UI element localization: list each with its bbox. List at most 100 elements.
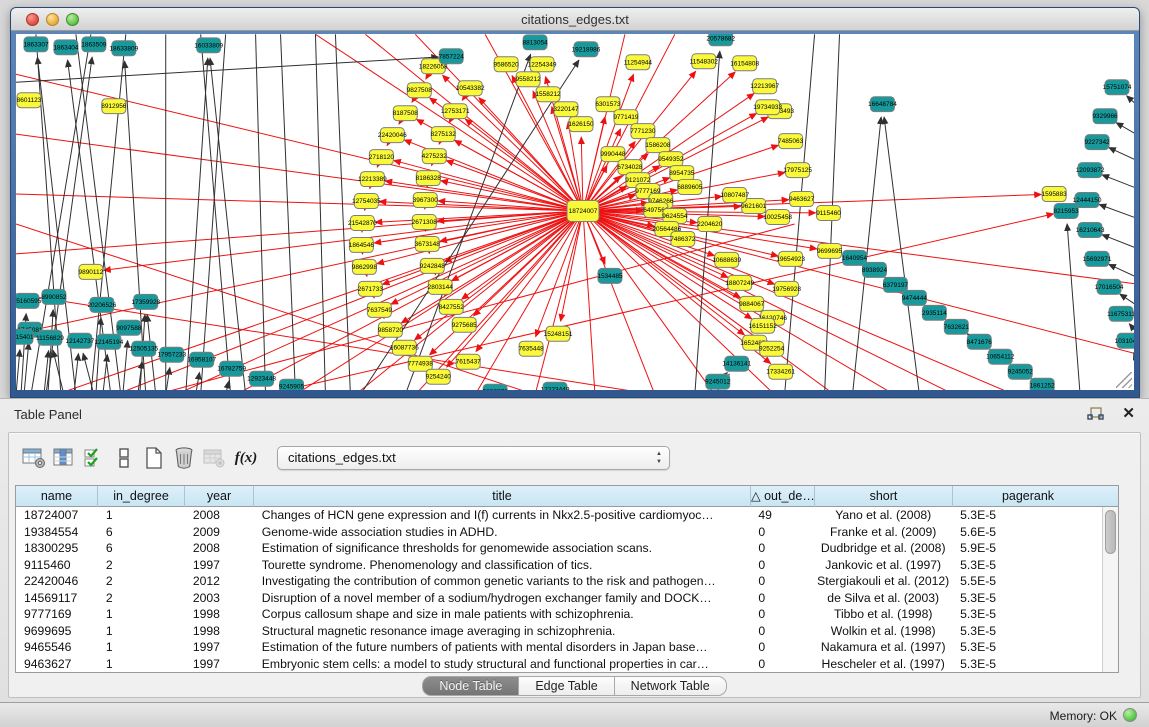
graph-node[interactable]: 9699695: [817, 243, 843, 258]
graph-node[interactable]: 19756928: [772, 281, 801, 296]
graph-node[interactable]: 16151152: [749, 318, 778, 333]
graph-node[interactable]: 9245052: [1008, 364, 1034, 379]
graph-node[interactable]: 20206526: [87, 297, 116, 312]
graph-node[interactable]: 12093872: [1076, 163, 1105, 178]
table-row[interactable]: 1938455462009Genome-wide association stu…: [16, 524, 1102, 541]
graph-node[interactable]: 17975125: [783, 163, 812, 178]
table-scrollbar[interactable]: [1102, 507, 1118, 672]
table-scrollbar-thumb[interactable]: [1105, 510, 1116, 554]
graph-node[interactable]: 16033809: [194, 38, 223, 53]
column-header-4[interactable]: △ out_de…: [751, 486, 815, 507]
graph-node[interactable]: 9858720: [378, 322, 404, 337]
graph-node[interactable]: 2803144: [428, 279, 454, 294]
graph-node[interactable]: 9252254: [759, 341, 785, 356]
graph-node[interactable]: 8187508: [393, 106, 419, 121]
graph-node[interactable]: 21542870: [348, 215, 377, 230]
graph-node[interactable]: 1626150: [568, 117, 594, 132]
graph-node[interactable]: 17334261: [766, 364, 795, 379]
graph-node[interactable]: 9254240: [426, 369, 452, 384]
rows-icon[interactable]: [109, 444, 139, 472]
network-canvas[interactable]: 1872400718226058982750881875082242004627…: [16, 34, 1134, 390]
graph-node[interactable]: 16210643: [1076, 222, 1105, 237]
graph-node[interactable]: 12213389: [358, 172, 387, 187]
graph-node[interactable]: 12753171: [441, 104, 470, 119]
column-header-0[interactable]: name: [16, 486, 98, 507]
graph-node[interactable]: 10688639: [712, 252, 741, 267]
graph-node[interactable]: 9227342: [1084, 135, 1110, 150]
table-row[interactable]: 977716911998Corpus callosum shape and si…: [16, 606, 1102, 623]
graph-node[interactable]: 2671733: [358, 281, 384, 296]
graph-node[interactable]: 8938924: [862, 262, 888, 277]
graph-node[interactable]: 8912956: [101, 99, 127, 114]
graph-node[interactable]: 8186328: [416, 171, 442, 186]
graph-node[interactable]: 1863307: [23, 37, 49, 52]
graph-node[interactable]: 7637549: [367, 302, 393, 317]
graph-node[interactable]: 19734933: [753, 100, 782, 115]
graph-node[interactable]: 9474444: [902, 290, 928, 305]
graph-node[interactable]: 9771419: [613, 110, 639, 125]
tab-edge-table[interactable]: Edge Table: [519, 676, 614, 696]
table-row[interactable]: 946554611997Estimation of the future num…: [16, 639, 1102, 656]
graph-node[interactable]: 12505135: [129, 341, 158, 356]
graph-node[interactable]: 3673148: [415, 236, 441, 251]
column-header-2[interactable]: year: [185, 486, 254, 507]
table-row[interactable]: 911546021997Tourette syndrome. Phenomeno…: [16, 557, 1102, 574]
column-visibility-icon[interactable]: [49, 444, 79, 472]
graph-node[interactable]: 9097588: [116, 320, 142, 335]
column-header-1[interactable]: in_degree: [98, 486, 185, 507]
table-row[interactable]: 969969511998Structural magnetic resonanc…: [16, 623, 1102, 640]
graph-node[interactable]: 9884067: [739, 296, 765, 311]
graph-node[interactable]: 9586520: [494, 57, 520, 72]
graph-node[interactable]: 19218986: [572, 42, 601, 57]
graph-node[interactable]: 7615437: [456, 354, 482, 369]
graph-node[interactable]: 9245012: [705, 374, 731, 389]
graph-node[interactable]: 11548302: [690, 54, 719, 69]
graph-node[interactable]: 8601123: [17, 93, 42, 108]
graph-node[interactable]: 3915401: [16, 329, 34, 344]
tab-network-table[interactable]: Network Table: [615, 676, 727, 696]
graph-node[interactable]: 3220147: [553, 102, 579, 117]
graph-node[interactable]: 16087736: [390, 340, 419, 355]
graph-node[interactable]: 14136141: [722, 356, 751, 371]
graph-node[interactable]: 8427552: [439, 299, 465, 314]
new-document-icon[interactable]: [139, 444, 169, 472]
graph-node[interactable]: 6379197: [883, 277, 909, 292]
graph-node[interactable]: 8215953: [1054, 204, 1080, 219]
graph-node[interactable]: 10310495: [1115, 333, 1134, 348]
tab-node-table[interactable]: Node Table: [422, 676, 519, 696]
graph-node[interactable]: 22420046: [378, 128, 407, 143]
graph-node[interactable]: 10543382: [456, 81, 485, 96]
graph-node[interactable]: 8954735: [669, 166, 695, 181]
graph-node[interactable]: 10025458: [763, 210, 792, 225]
graph-node[interactable]: 9862998: [352, 259, 378, 274]
table-row[interactable]: 2242004622012Investigating the contribut…: [16, 573, 1102, 590]
graph-node[interactable]: 8813054: [522, 35, 548, 50]
graph-node[interactable]: 8471676: [967, 334, 993, 349]
graph-node[interactable]: 2718120: [369, 150, 395, 165]
graph-node[interactable]: 1864546: [349, 237, 375, 252]
column-header-6[interactable]: pagerank: [953, 486, 1103, 507]
graph-node[interactable]: 7771230: [630, 124, 656, 139]
graph-node[interactable]: 9806871: [483, 384, 509, 390]
graph-node[interactable]: 1558212: [535, 87, 561, 102]
column-header-3[interactable]: title: [254, 486, 751, 507]
graph-node[interactable]: 9329966: [1092, 109, 1118, 124]
graph-node[interactable]: 18807249: [725, 275, 754, 290]
window-resize-grip[interactable]: [1116, 372, 1132, 388]
graph-node[interactable]: 10654112: [986, 349, 1015, 364]
graph-node[interactable]: 2671308: [412, 215, 438, 230]
graph-node[interactable]: 18633809: [109, 41, 138, 56]
citation-graph[interactable]: 1872400718226058982750881875082242004627…: [16, 34, 1134, 390]
table-row[interactable]: 1872400712008Changes of HCN gene express…: [16, 507, 1102, 524]
graph-node[interactable]: 17016504: [1095, 279, 1124, 294]
graph-node[interactable]: 7635448: [518, 341, 544, 356]
graph-node[interactable]: 18724007: [567, 201, 599, 222]
graph-node[interactable]: 9115460: [816, 206, 841, 221]
graph-node[interactable]: 9827508: [407, 83, 433, 98]
graph-node[interactable]: 2204620: [697, 216, 723, 231]
graph-node[interactable]: 11675311: [1107, 306, 1134, 321]
graph-node[interactable]: 16958107: [187, 352, 216, 367]
graph-node[interactable]: 10807487: [720, 188, 749, 203]
graph-node[interactable]: 12142737: [65, 333, 94, 348]
function-builder-icon[interactable]: f(x): [229, 444, 263, 472]
